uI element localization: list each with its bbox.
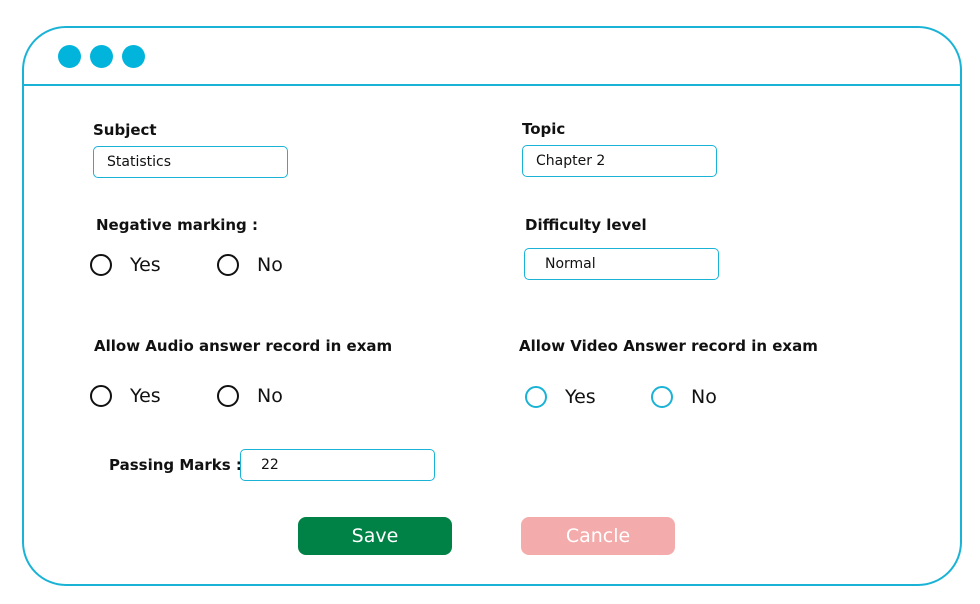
- option-label: No: [257, 254, 283, 276]
- video-answer-no-option[interactable]: No: [651, 385, 717, 409]
- audio-answer-no-option[interactable]: No: [217, 384, 283, 408]
- passing-marks-label: Passing Marks :: [109, 456, 242, 474]
- passing-marks-input[interactable]: [240, 449, 435, 481]
- radio-unchecked-icon[interactable]: [90, 385, 112, 407]
- difficulty-input[interactable]: [524, 248, 719, 280]
- video-answer-label: Allow Video Answer record in exam: [519, 337, 818, 355]
- window-titlebar: [24, 28, 960, 86]
- option-label: Yes: [130, 385, 161, 407]
- app-window: [22, 26, 962, 586]
- cancel-button[interactable]: Cancle: [521, 517, 675, 555]
- radio-unchecked-icon[interactable]: [217, 254, 239, 276]
- window-dot-icon[interactable]: [58, 45, 81, 68]
- negative-marking-label: Negative marking :: [96, 216, 258, 234]
- radio-unchecked-icon[interactable]: [90, 254, 112, 276]
- subject-label: Subject: [93, 121, 157, 139]
- radio-unchecked-icon[interactable]: [525, 386, 547, 408]
- topic-label: Topic: [522, 120, 566, 138]
- save-button[interactable]: Save: [298, 517, 452, 555]
- topic-input[interactable]: [522, 145, 717, 177]
- difficulty-label: Difficulty level: [525, 216, 647, 234]
- video-answer-yes-option[interactable]: Yes: [525, 385, 596, 409]
- negative-marking-no-option[interactable]: No: [217, 253, 283, 277]
- radio-unchecked-icon[interactable]: [651, 386, 673, 408]
- window-dot-icon[interactable]: [122, 45, 145, 68]
- window-dot-icon[interactable]: [90, 45, 113, 68]
- option-label: Yes: [130, 254, 161, 276]
- radio-unchecked-icon[interactable]: [217, 385, 239, 407]
- subject-input[interactable]: [93, 146, 288, 178]
- option-label: No: [257, 385, 283, 407]
- negative-marking-yes-option[interactable]: Yes: [90, 253, 161, 277]
- audio-answer-label: Allow Audio answer record in exam: [94, 337, 393, 355]
- option-label: No: [691, 386, 717, 408]
- audio-answer-yes-option[interactable]: Yes: [90, 384, 161, 408]
- option-label: Yes: [565, 386, 596, 408]
